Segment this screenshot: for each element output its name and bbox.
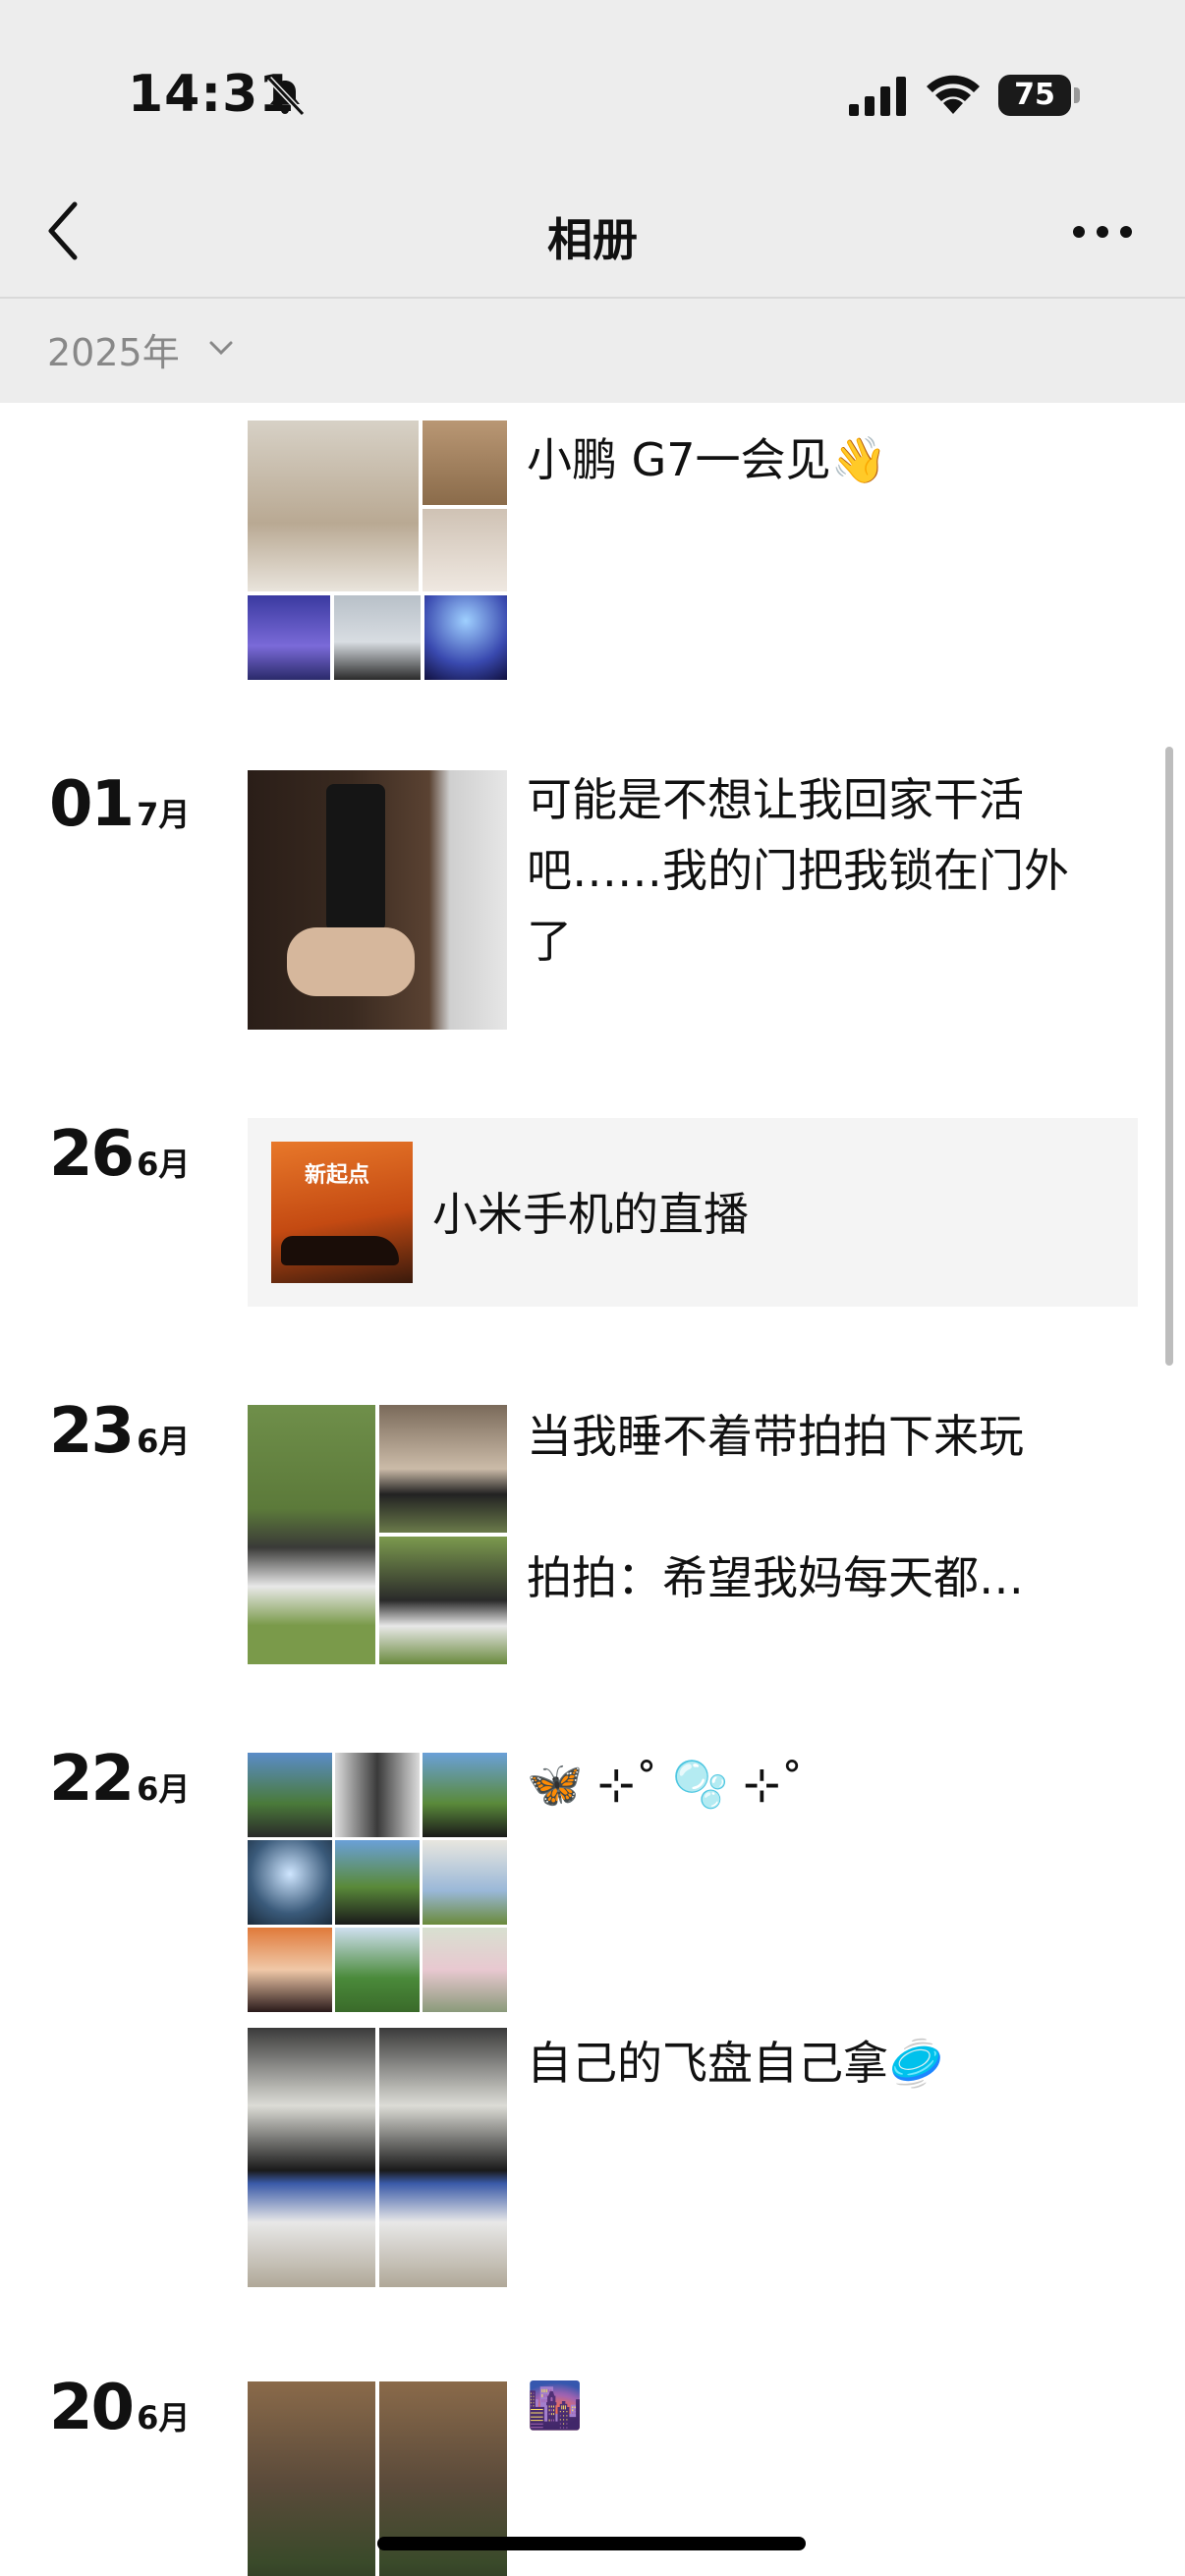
photo-cell xyxy=(423,509,507,591)
photo-cell xyxy=(248,1840,332,1925)
date-month: 7月 xyxy=(137,796,191,833)
album-feed: 小鹏 G7一会见👋 01 7月 可能是不想让我回家干活吧……我的门把我锁在门外了 … xyxy=(0,403,1185,2576)
status-bar: 14:31 75 xyxy=(0,0,1185,167)
photo-grid-thumbnail[interactable] xyxy=(248,1753,507,2012)
date-month: 6月 xyxy=(137,1770,191,1808)
photo-cell xyxy=(334,595,421,680)
share-title: 小米手机的直播 xyxy=(432,1188,749,1241)
photo-cell xyxy=(423,1753,507,1837)
home-indicator[interactable] xyxy=(377,2537,806,2550)
wifi-icon xyxy=(927,75,980,114)
photo-cell xyxy=(248,1753,332,1837)
entry-caption: 可能是不想让我回家干活吧……我的门把我锁在门外了 xyxy=(527,773,1069,968)
entry-date: 01 7月 xyxy=(49,768,190,841)
date-day: 01 xyxy=(49,768,135,841)
entry-caption: 🌆 xyxy=(527,2379,584,2432)
photo-cell xyxy=(248,1405,375,1664)
photo-grid-thumbnail[interactable] xyxy=(248,1405,507,1664)
car-silhouette xyxy=(281,1236,399,1265)
year-filter[interactable]: 2025年 xyxy=(0,297,1185,403)
entry-caption: 当我睡不着带拍拍下来玩 拍拍：希望我妈每天都… xyxy=(527,1410,1024,1604)
photo-cell xyxy=(248,2381,375,2576)
photo-cell xyxy=(424,595,507,680)
photo-cell xyxy=(423,1840,507,1925)
entry-date: 22 6月 xyxy=(49,1743,190,1816)
photo-cell xyxy=(335,1840,420,1925)
photo-cell xyxy=(335,1753,420,1837)
navigation-bar: 相册 xyxy=(0,167,1185,299)
photo-cell xyxy=(248,595,330,680)
photo-cell xyxy=(248,1928,332,2012)
photo-grid-thumbnail[interactable] xyxy=(248,420,507,680)
photo-cell xyxy=(423,1928,507,2012)
entry-date: 23 6月 xyxy=(49,1395,190,1468)
year-filter-label[interactable]: 2025年 xyxy=(47,322,180,376)
battery-indicator: 75 xyxy=(998,75,1081,116)
date-month: 6月 xyxy=(137,1146,191,1183)
photo-cell xyxy=(379,2028,507,2287)
date-day: 22 xyxy=(49,1743,135,1816)
scrollbar[interactable] xyxy=(1165,747,1173,1366)
chevron-down-icon[interactable] xyxy=(208,338,234,358)
entry-caption: 小鹏 G7一会见👋 xyxy=(527,433,887,486)
page-title: 相册 xyxy=(547,213,638,266)
photo-cell xyxy=(379,1405,507,1533)
entry-date: 26 6月 xyxy=(49,1118,190,1191)
photo-cell xyxy=(335,1928,420,2012)
shared-link-card[interactable]: 新起点 小米手机的直播 xyxy=(248,1118,1138,1307)
entry-caption: 🦋 ⊹˚ 🫧 ⊹˚ xyxy=(527,1758,804,1811)
photo-cell xyxy=(379,1537,507,1664)
photo-cell xyxy=(248,2028,375,2287)
date-day: 23 xyxy=(49,1395,135,1468)
photo-thumbnail[interactable] xyxy=(248,770,507,1030)
share-thumbnail: 新起点 xyxy=(271,1142,413,1283)
cellular-signal-icon xyxy=(849,77,906,116)
date-day: 20 xyxy=(49,2372,135,2444)
top-header: 14:31 75 相册 2025年 xyxy=(0,0,1185,403)
bell-muted-icon xyxy=(266,76,306,117)
date-month: 6月 xyxy=(137,1423,191,1460)
photo-cell xyxy=(248,420,419,591)
more-options-icon[interactable] xyxy=(1073,222,1132,242)
door-handle xyxy=(326,784,385,931)
photo-grid-thumbnail[interactable] xyxy=(248,2028,507,2287)
entry-caption: 自己的飞盘自己拿🥏 xyxy=(527,2037,945,2090)
date-day: 26 xyxy=(49,1118,135,1191)
date-month: 6月 xyxy=(137,2399,191,2436)
share-thumbnail-text: 新起点 xyxy=(305,1163,370,1188)
entry-date: 20 6月 xyxy=(49,2372,190,2444)
photo-cell xyxy=(423,420,507,505)
battery-level: 75 xyxy=(998,75,1071,116)
battery-cap xyxy=(1074,87,1080,103)
hand xyxy=(287,927,415,996)
